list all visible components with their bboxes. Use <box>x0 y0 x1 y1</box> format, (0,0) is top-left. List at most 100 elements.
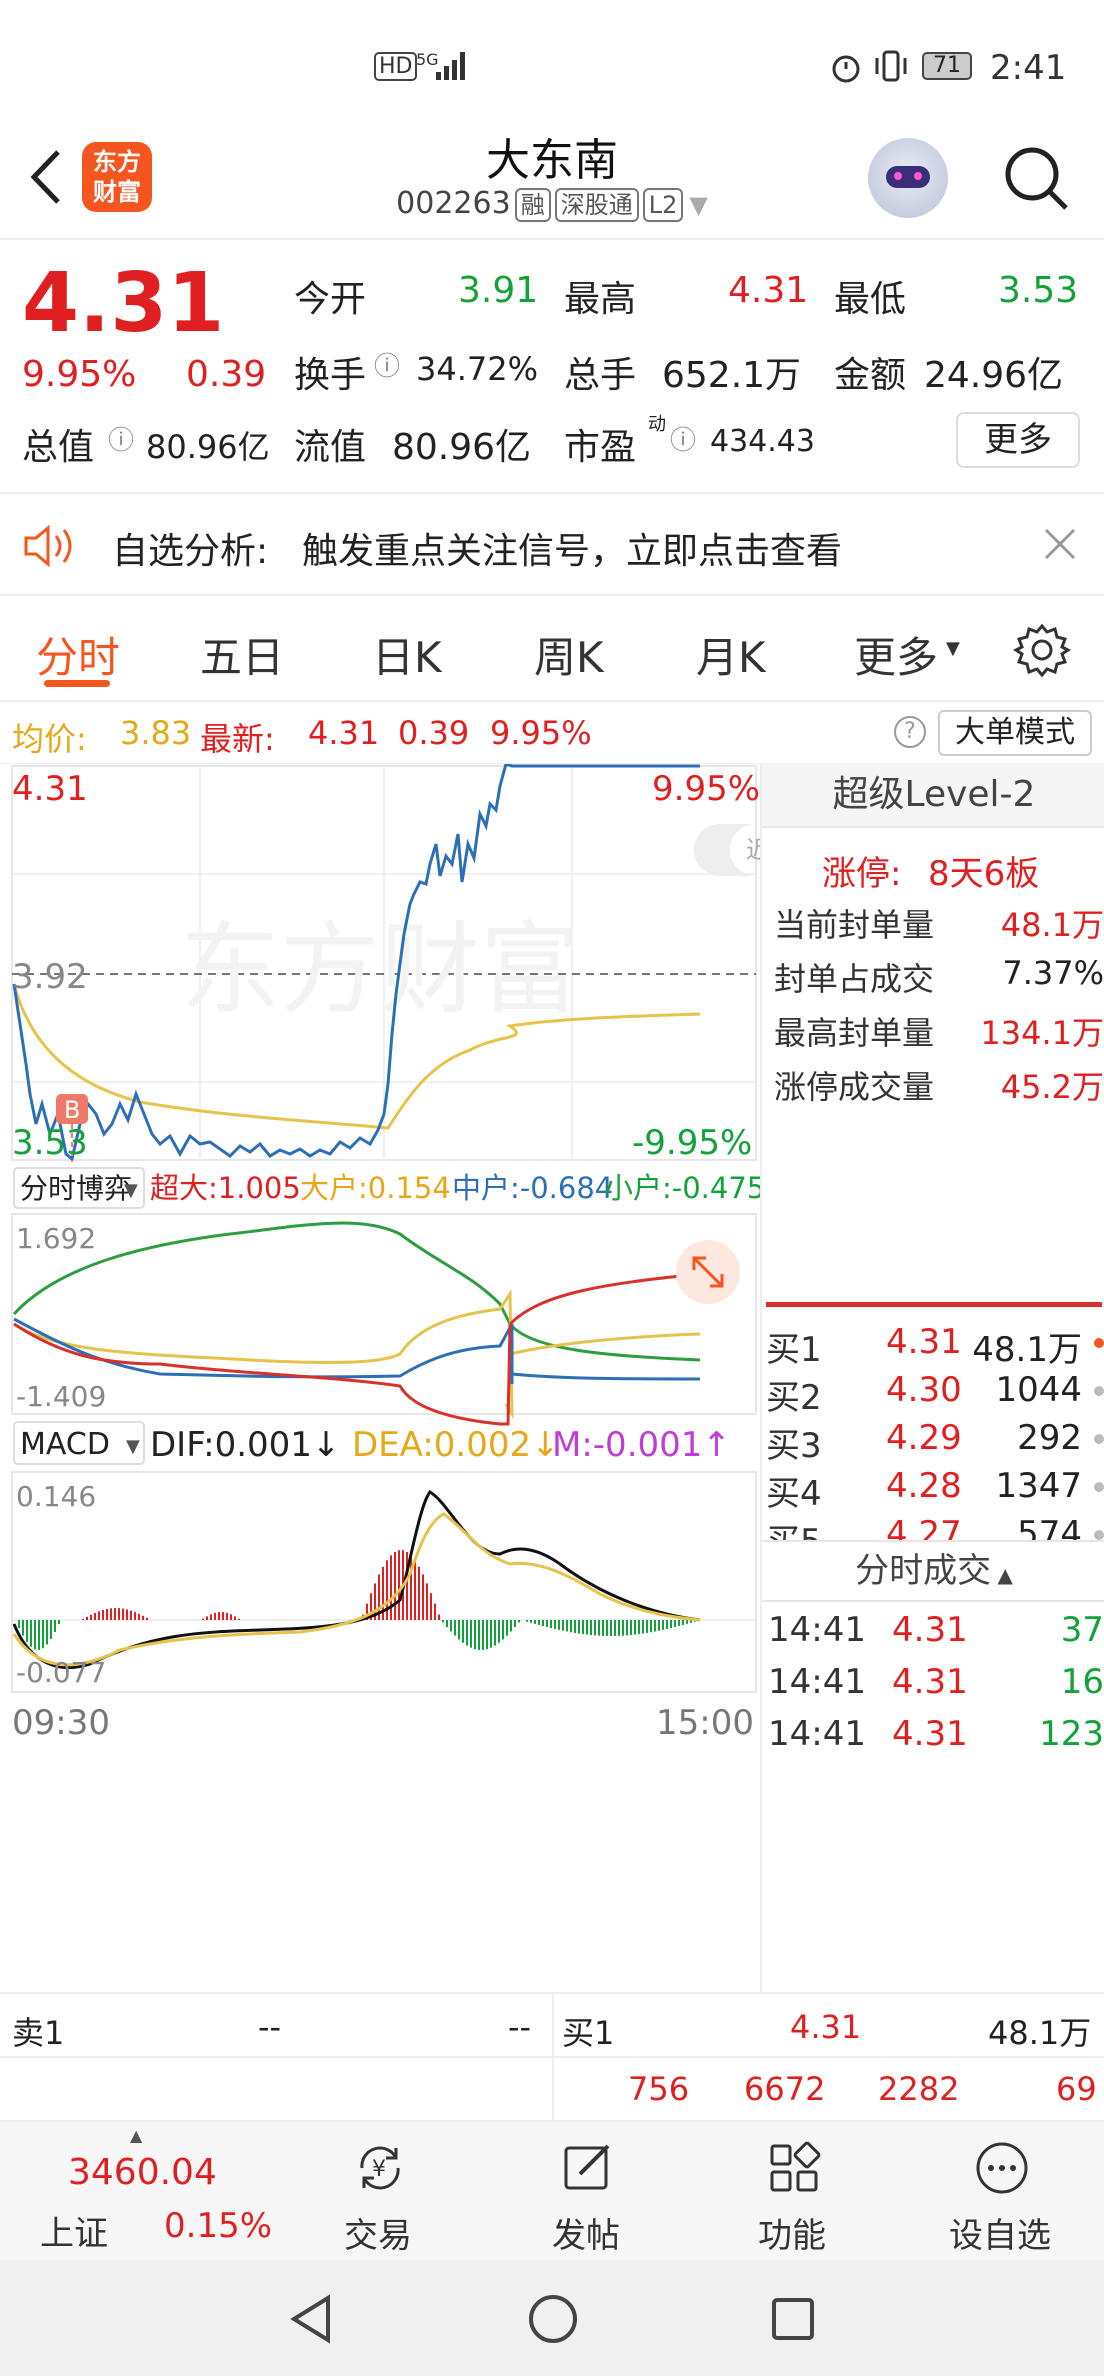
level2-title[interactable]: 超级Level-2 <box>762 764 1104 828</box>
change-amount: 0.39 <box>186 354 267 395</box>
order-book[interactable]: 买1 4.31 48.1万 买2 4.30 1044 买3 4.29 292 买4 4.28 1347… <box>762 1322 1104 1540</box>
nav-trade[interactable]: ¥ 交易 <box>308 2122 448 2262</box>
macd-dif: DIF:0.001↓ <box>150 1425 340 1465</box>
order-book-row[interactable]: 买1 4.31 48.1万 <box>766 1322 1104 1370</box>
settings-gear-icon[interactable] <box>1012 620 1072 680</box>
info-icon[interactable]: ⓘ <box>374 346 400 383</box>
macd-bar <box>126 1609 128 1620</box>
tab-more[interactable]: 更多 <box>854 624 938 685</box>
index-name: 上证 <box>40 2214 108 2254</box>
order-book-row[interactable]: 买2 4.30 1044 <box>766 1370 1104 1418</box>
macd-bar <box>606 1620 608 1636</box>
tab-intraday[interactable]: 分时 <box>36 624 120 685</box>
limit-up-value: 8天6板 <box>928 854 1040 894</box>
summary-num: 2282 <box>878 2070 960 2108</box>
low-label: 最低 <box>834 279 907 320</box>
alarm-icon <box>832 55 860 83</box>
info-icon[interactable]: ⓘ <box>670 420 696 457</box>
order-book-row[interactable]: 买4 4.28 1347 <box>766 1466 1104 1514</box>
order-book-row[interactable]: 买5 4.27 574 <box>766 1514 1104 1540</box>
search-icon[interactable] <box>1000 142 1072 214</box>
macd-bar <box>206 1616 208 1620</box>
macd-bar <box>82 1618 84 1620</box>
home-circle-icon[interactable] <box>526 2292 580 2346</box>
nav-add-watchlist[interactable]: 设自选 <box>930 2122 1070 2262</box>
tab-monthly-k[interactable]: 月K <box>696 624 766 685</box>
nav-functions[interactable]: 功能 <box>722 2122 862 2262</box>
latest-change: 0.39 <box>398 714 470 752</box>
macd-bar <box>654 1620 656 1632</box>
tab-daily-k[interactable]: 日K <box>372 624 442 685</box>
big-order-mode-button[interactable]: 大单模式 <box>938 710 1092 756</box>
pe-label: 市盈 <box>564 427 637 468</box>
latest-value: 4.31 <box>308 714 380 752</box>
order-qty: 1044 <box>995 1370 1082 1410</box>
buy-marker-label: B <box>64 1096 80 1124</box>
macd-bar <box>610 1620 612 1636</box>
macd-bar <box>462 1620 464 1643</box>
macd-bar <box>550 1620 552 1628</box>
trade-time: 14:41 <box>768 1714 866 1754</box>
flow-legend-super: 超大:1.005 <box>150 1171 301 1205</box>
info-icon[interactable]: ⓘ <box>108 420 134 457</box>
macd-bar <box>22 1620 24 1636</box>
macd-bar <box>102 1609 104 1620</box>
macd-bar <box>138 1613 140 1620</box>
analysis-banner[interactable]: 自选分析: 触发重点关注信号，立即点击查看 <box>0 492 1104 596</box>
trade-price: 4.31 <box>892 1610 968 1650</box>
macd-bar <box>454 1620 456 1636</box>
dropdown-caret-icon[interactable]: ▼ <box>689 191 707 219</box>
price-top-label: 4.31 <box>12 769 88 809</box>
help-icon[interactable]: ? <box>894 716 926 748</box>
back-triangle-icon[interactable] <box>288 2294 338 2344</box>
macd-bar <box>506 1620 508 1636</box>
index-ticker[interactable]: ▲ 3460.04 上证 0.15% <box>0 2122 272 2262</box>
macd-bar <box>118 1608 120 1620</box>
macd-bar <box>450 1620 452 1632</box>
nav-post[interactable]: 发帖 <box>516 2122 656 2262</box>
order-qty: 292 <box>1017 1418 1082 1458</box>
more-button[interactable]: 更多 <box>956 412 1080 468</box>
price-mid-label: 3.92 <box>12 957 88 997</box>
macd-bar <box>86 1616 88 1620</box>
macd-bar <box>618 1620 620 1636</box>
macd-bar <box>498 1620 500 1643</box>
macd-bar <box>510 1620 512 1632</box>
chevron-down-icon: ▼ <box>124 1180 138 1201</box>
flow-legend-small: 小户:-0.475 <box>604 1171 760 1205</box>
macd-bar <box>486 1620 488 1650</box>
macd-bar <box>642 1620 644 1634</box>
close-icon[interactable] <box>1042 526 1078 562</box>
macd-bar <box>430 1593 432 1620</box>
open-label: 今开 <box>294 279 367 320</box>
float-cap-value: 80.96亿 <box>392 427 532 468</box>
flow-selector-label: 分时博弈 <box>20 1172 132 1205</box>
flow-legend-large: 大户:0.154 <box>300 1171 451 1205</box>
buy1-label: 买1 <box>562 2014 615 2052</box>
macd-bar <box>590 1620 592 1636</box>
order-book-row[interactable]: 买3 4.29 292 <box>766 1418 1104 1466</box>
macd-bar <box>518 1620 520 1623</box>
macd-bar <box>230 1614 232 1620</box>
recents-square-icon[interactable] <box>768 2294 818 2344</box>
nav-add-watchlist-label: 设自选 <box>949 2216 1051 2256</box>
chevron-down-icon: ▼ <box>126 1436 140 1457</box>
macd-bar <box>670 1620 672 1628</box>
active-tab-indicator <box>44 680 110 687</box>
order-level-label: 买1 <box>766 1330 822 1370</box>
intraday-chart[interactable]: 东方财富 B 4.31 3.92 3.53 9.95% -9.95% 近 分时博… <box>0 762 770 1992</box>
macd-bar <box>122 1608 124 1620</box>
pct-top-label: 9.95% <box>652 769 760 809</box>
trades-header[interactable]: 分时成交 ▲ <box>762 1540 1104 1602</box>
pct-bottom-label: -9.95% <box>632 1123 752 1163</box>
buy1-price: 4.31 <box>790 2008 862 2046</box>
flow-top-label: 1.692 <box>16 1222 96 1255</box>
trades-list[interactable]: 14:41 4.31 37 14:41 4.31 16 14:41 4.31 123 <box>762 1610 1104 1774</box>
expand-icon <box>676 1240 740 1304</box>
chevron-up-icon: ▲ <box>130 2126 143 2145</box>
tab-five-day[interactable]: 五日 <box>200 624 284 685</box>
trade-time: 14:41 <box>768 1662 866 1702</box>
assistant-robot-icon[interactable] <box>868 138 948 218</box>
tab-weekly-k[interactable]: 周K <box>534 624 604 685</box>
macd-bar <box>214 1612 216 1620</box>
